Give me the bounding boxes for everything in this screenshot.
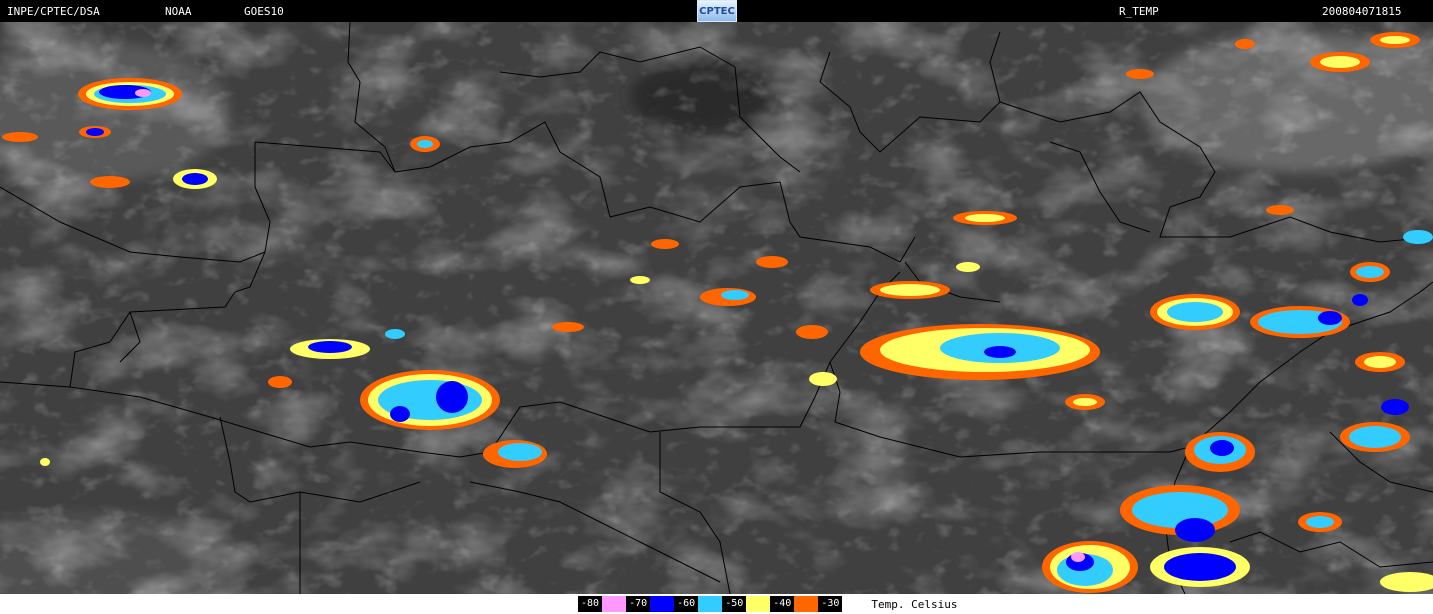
- legend-label: -40: [770, 596, 795, 612]
- legend-swatch: [842, 596, 867, 612]
- agency-label: NOAA: [165, 5, 192, 18]
- map-canvas: [0, 22, 1433, 594]
- legend-label: -30: [818, 596, 843, 612]
- satellite-map[interactable]: [0, 22, 1433, 594]
- legend-swatch: [602, 596, 627, 612]
- legend-swatch: [746, 596, 771, 612]
- legend-label: -70: [626, 596, 651, 612]
- header-bar: INPE/CPTEC/DSA NOAA GOES10 CPTEC R_TEMP …: [0, 0, 1433, 22]
- legend-label: -60: [674, 596, 699, 612]
- satellite-label: GOES10: [244, 5, 284, 18]
- legend-swatch: [794, 596, 819, 612]
- footer-bar: -80 -70 -60 -50 -40 -30 Temp. Celsius: [0, 594, 1433, 614]
- timestamp-label: 200804071815: [1322, 5, 1402, 18]
- legend-swatch: [698, 596, 723, 612]
- legend-title: Temp. Celsius: [871, 597, 958, 611]
- product-label: R_TEMP: [1119, 5, 1159, 18]
- legend-label: -50: [722, 596, 747, 612]
- source-label: INPE/CPTEC/DSA: [7, 5, 100, 18]
- temperature-legend: -80 -70 -60 -50 -40 -30 Temp. Celsius: [578, 596, 957, 612]
- legend-label: -80: [578, 596, 603, 612]
- cptec-logo-icon: CPTEC: [697, 0, 737, 22]
- logo-text: CPTEC: [699, 5, 735, 17]
- legend-swatch: [650, 596, 675, 612]
